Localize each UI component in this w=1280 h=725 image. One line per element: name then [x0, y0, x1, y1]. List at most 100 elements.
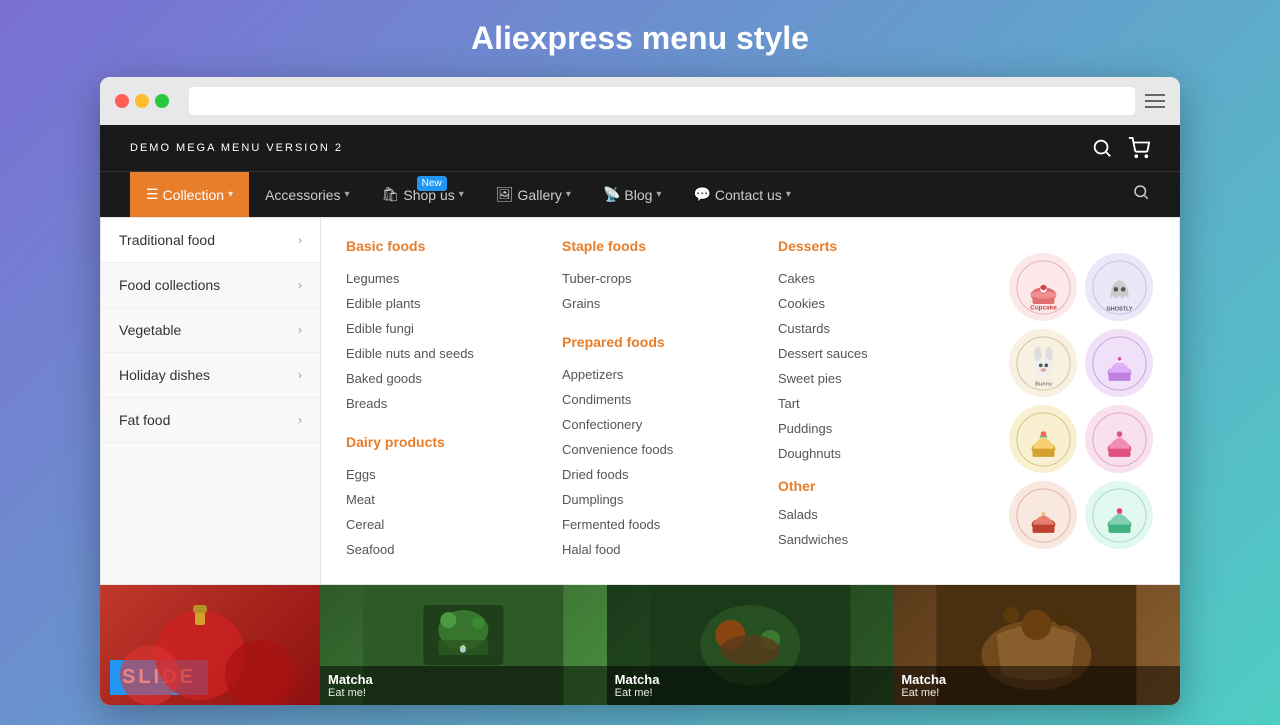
list-item[interactable]: Dried foods: [562, 462, 758, 487]
list-item[interactable]: Cookies: [778, 291, 974, 316]
basic-foods-list: Legumes Edible plants Edible fungi Edibl…: [346, 266, 542, 416]
list-item[interactable]: Breads: [346, 391, 542, 416]
logo-bunny[interactable]: Bunny: [1009, 329, 1077, 397]
chevron-icon: ▾: [656, 189, 661, 200]
desserts-list: Cakes Cookies Custards Dessert sauces Sw…: [778, 266, 974, 466]
list-item[interactable]: Cakes: [778, 266, 974, 291]
staple-foods-list: Tuber-crops Grains: [562, 266, 758, 316]
logo-ghostly[interactable]: GHOSTLY: [1085, 253, 1153, 321]
sidebar-item-traditional-food[interactable]: Traditional food ›: [101, 218, 320, 263]
slide-area: SLIDE 🍵 Matcha Eat me!: [100, 585, 1180, 705]
list-item[interactable]: Edible nuts and seeds: [346, 341, 542, 366]
dairy-products-heading: Dairy products: [346, 434, 542, 450]
chevron-icon: ▾: [786, 189, 791, 200]
gallery-icon: 🖼: [496, 186, 514, 203]
blog-icon: 📡: [603, 186, 620, 203]
list-item[interactable]: Salads: [778, 502, 974, 527]
list-item[interactable]: Halal food: [562, 537, 758, 562]
contact-label: Contact us: [715, 187, 782, 203]
browser-chrome: [100, 77, 1180, 125]
browser-dots: [115, 94, 169, 108]
sidebar-item-food-collections[interactable]: Food collections ›: [101, 263, 320, 308]
list-item[interactable]: Dumplings: [562, 487, 758, 512]
arrow-icon: ›: [298, 368, 302, 382]
list-item[interactable]: Grains: [562, 291, 758, 316]
menu-item-contact[interactable]: 💬 Contact us ▾: [677, 172, 806, 217]
dropdown-sidebar: Traditional food › Food collections › Ve…: [101, 218, 321, 584]
accessories-label: Accessories: [265, 187, 340, 203]
menu-item-blog[interactable]: 📡 Blog ▾: [587, 172, 678, 217]
menu-item-gallery[interactable]: 🖼 Gallery ▾: [480, 172, 587, 217]
menu-item-collection[interactable]: ☰ Collection ▾: [130, 172, 249, 217]
list-item[interactable]: Eggs: [346, 462, 542, 487]
list-item[interactable]: Condiments: [562, 387, 758, 412]
new-badge: New: [417, 176, 447, 191]
slide-card-1[interactable]: 🍵 Matcha Eat me!: [320, 585, 607, 705]
list-item[interactable]: Baked goods: [346, 366, 542, 391]
collection-icon: ☰: [146, 186, 159, 203]
search-icon[interactable]: [1091, 137, 1113, 159]
gallery-label: Gallery: [518, 187, 562, 203]
slide-card-overlay-3: Matcha Eat me!: [893, 666, 1180, 705]
slide-main: SLIDE: [100, 585, 320, 705]
list-item[interactable]: Fermented foods: [562, 512, 758, 537]
list-item[interactable]: Doughnuts: [778, 441, 974, 466]
slide-card-sub-3: Eat me!: [901, 687, 1172, 699]
list-item[interactable]: Confectionery: [562, 412, 758, 437]
menu-line: [1145, 106, 1165, 108]
list-item[interactable]: Sweet pies: [778, 366, 974, 391]
list-item[interactable]: Dessert sauces: [778, 341, 974, 366]
address-bar[interactable]: [189, 87, 1135, 115]
dot-red[interactable]: [115, 94, 129, 108]
list-item[interactable]: Puddings: [778, 416, 974, 441]
vegetable-label: Vegetable: [119, 322, 181, 338]
shopus-icon: 🛍: [382, 186, 400, 203]
logo-cupcake-gold[interactable]: [1009, 405, 1077, 473]
list-item[interactable]: Edible fungi: [346, 316, 542, 341]
dot-green[interactable]: [155, 94, 169, 108]
list-item[interactable]: Seafood: [346, 537, 542, 562]
logo-cupcake-mint[interactable]: [1085, 481, 1153, 549]
slide-card-3[interactable]: Matcha Eat me!: [893, 585, 1180, 705]
list-item[interactable]: Custards: [778, 316, 974, 341]
logo-cupcake2[interactable]: [1085, 329, 1153, 397]
list-item[interactable]: Edible plants: [346, 291, 542, 316]
list-item[interactable]: Appetizers: [562, 362, 758, 387]
chevron-icon: ▾: [228, 189, 233, 200]
menu-line: [1145, 94, 1165, 96]
sidebar-item-vegetable[interactable]: Vegetable ›: [101, 308, 320, 353]
slide-card-title-3: Matcha: [901, 672, 1172, 687]
menu-item-shopus[interactable]: New 🛍 Shop us ▾: [366, 172, 480, 217]
prepared-foods-list: Appetizers Condiments Confectionery Conv…: [562, 362, 758, 562]
list-item[interactable]: Meat: [346, 487, 542, 512]
sidebar-item-holiday-dishes[interactable]: Holiday dishes ›: [101, 353, 320, 398]
desserts-heading: Desserts: [778, 238, 974, 254]
basic-foods-heading: Basic foods: [346, 238, 542, 254]
list-item[interactable]: Convenience foods: [562, 437, 758, 462]
slide-card-2[interactable]: Matcha Eat me!: [607, 585, 894, 705]
traditional-food-label: Traditional food: [119, 232, 215, 248]
sidebar-item-fat-food[interactable]: Fat food ›: [101, 398, 320, 443]
basic-foods-column: Basic foods Legumes Edible plants Edible…: [346, 238, 542, 564]
chevron-icon: ▾: [566, 189, 571, 200]
logo-cupcake-house[interactable]: Cupcake: [1009, 253, 1077, 321]
list-item[interactable]: Sandwiches: [778, 527, 974, 552]
logo-cupcake-red[interactable]: [1009, 481, 1077, 549]
slide-card-overlay-1: Matcha Eat me!: [320, 666, 607, 705]
slide-card-overlay-2: Matcha Eat me!: [607, 666, 894, 705]
list-item[interactable]: Tart: [778, 391, 974, 416]
list-item[interactable]: Legumes: [346, 266, 542, 291]
dropdown-area: Traditional food › Food collections › Ve…: [100, 217, 1180, 585]
list-item[interactable]: Cereal: [346, 512, 542, 537]
browser-menu-button[interactable]: [1145, 94, 1165, 108]
logo-cupcake-pink[interactable]: [1085, 405, 1153, 473]
svg-text:Cupcake: Cupcake: [1030, 304, 1057, 311]
cart-icon[interactable]: [1128, 137, 1150, 159]
menu-item-accessories[interactable]: Accessories ▾: [249, 173, 366, 217]
staple-prepared-column: Staple foods Tuber-crops Grains Prepared…: [562, 238, 758, 564]
list-item[interactable]: Tuber-crops: [562, 266, 758, 291]
contact-icon: 💬: [693, 186, 710, 203]
dropdown-main-content: Basic foods Legumes Edible plants Edible…: [321, 218, 1179, 584]
dot-yellow[interactable]: [135, 94, 149, 108]
menu-search-icon[interactable]: [1132, 183, 1150, 206]
